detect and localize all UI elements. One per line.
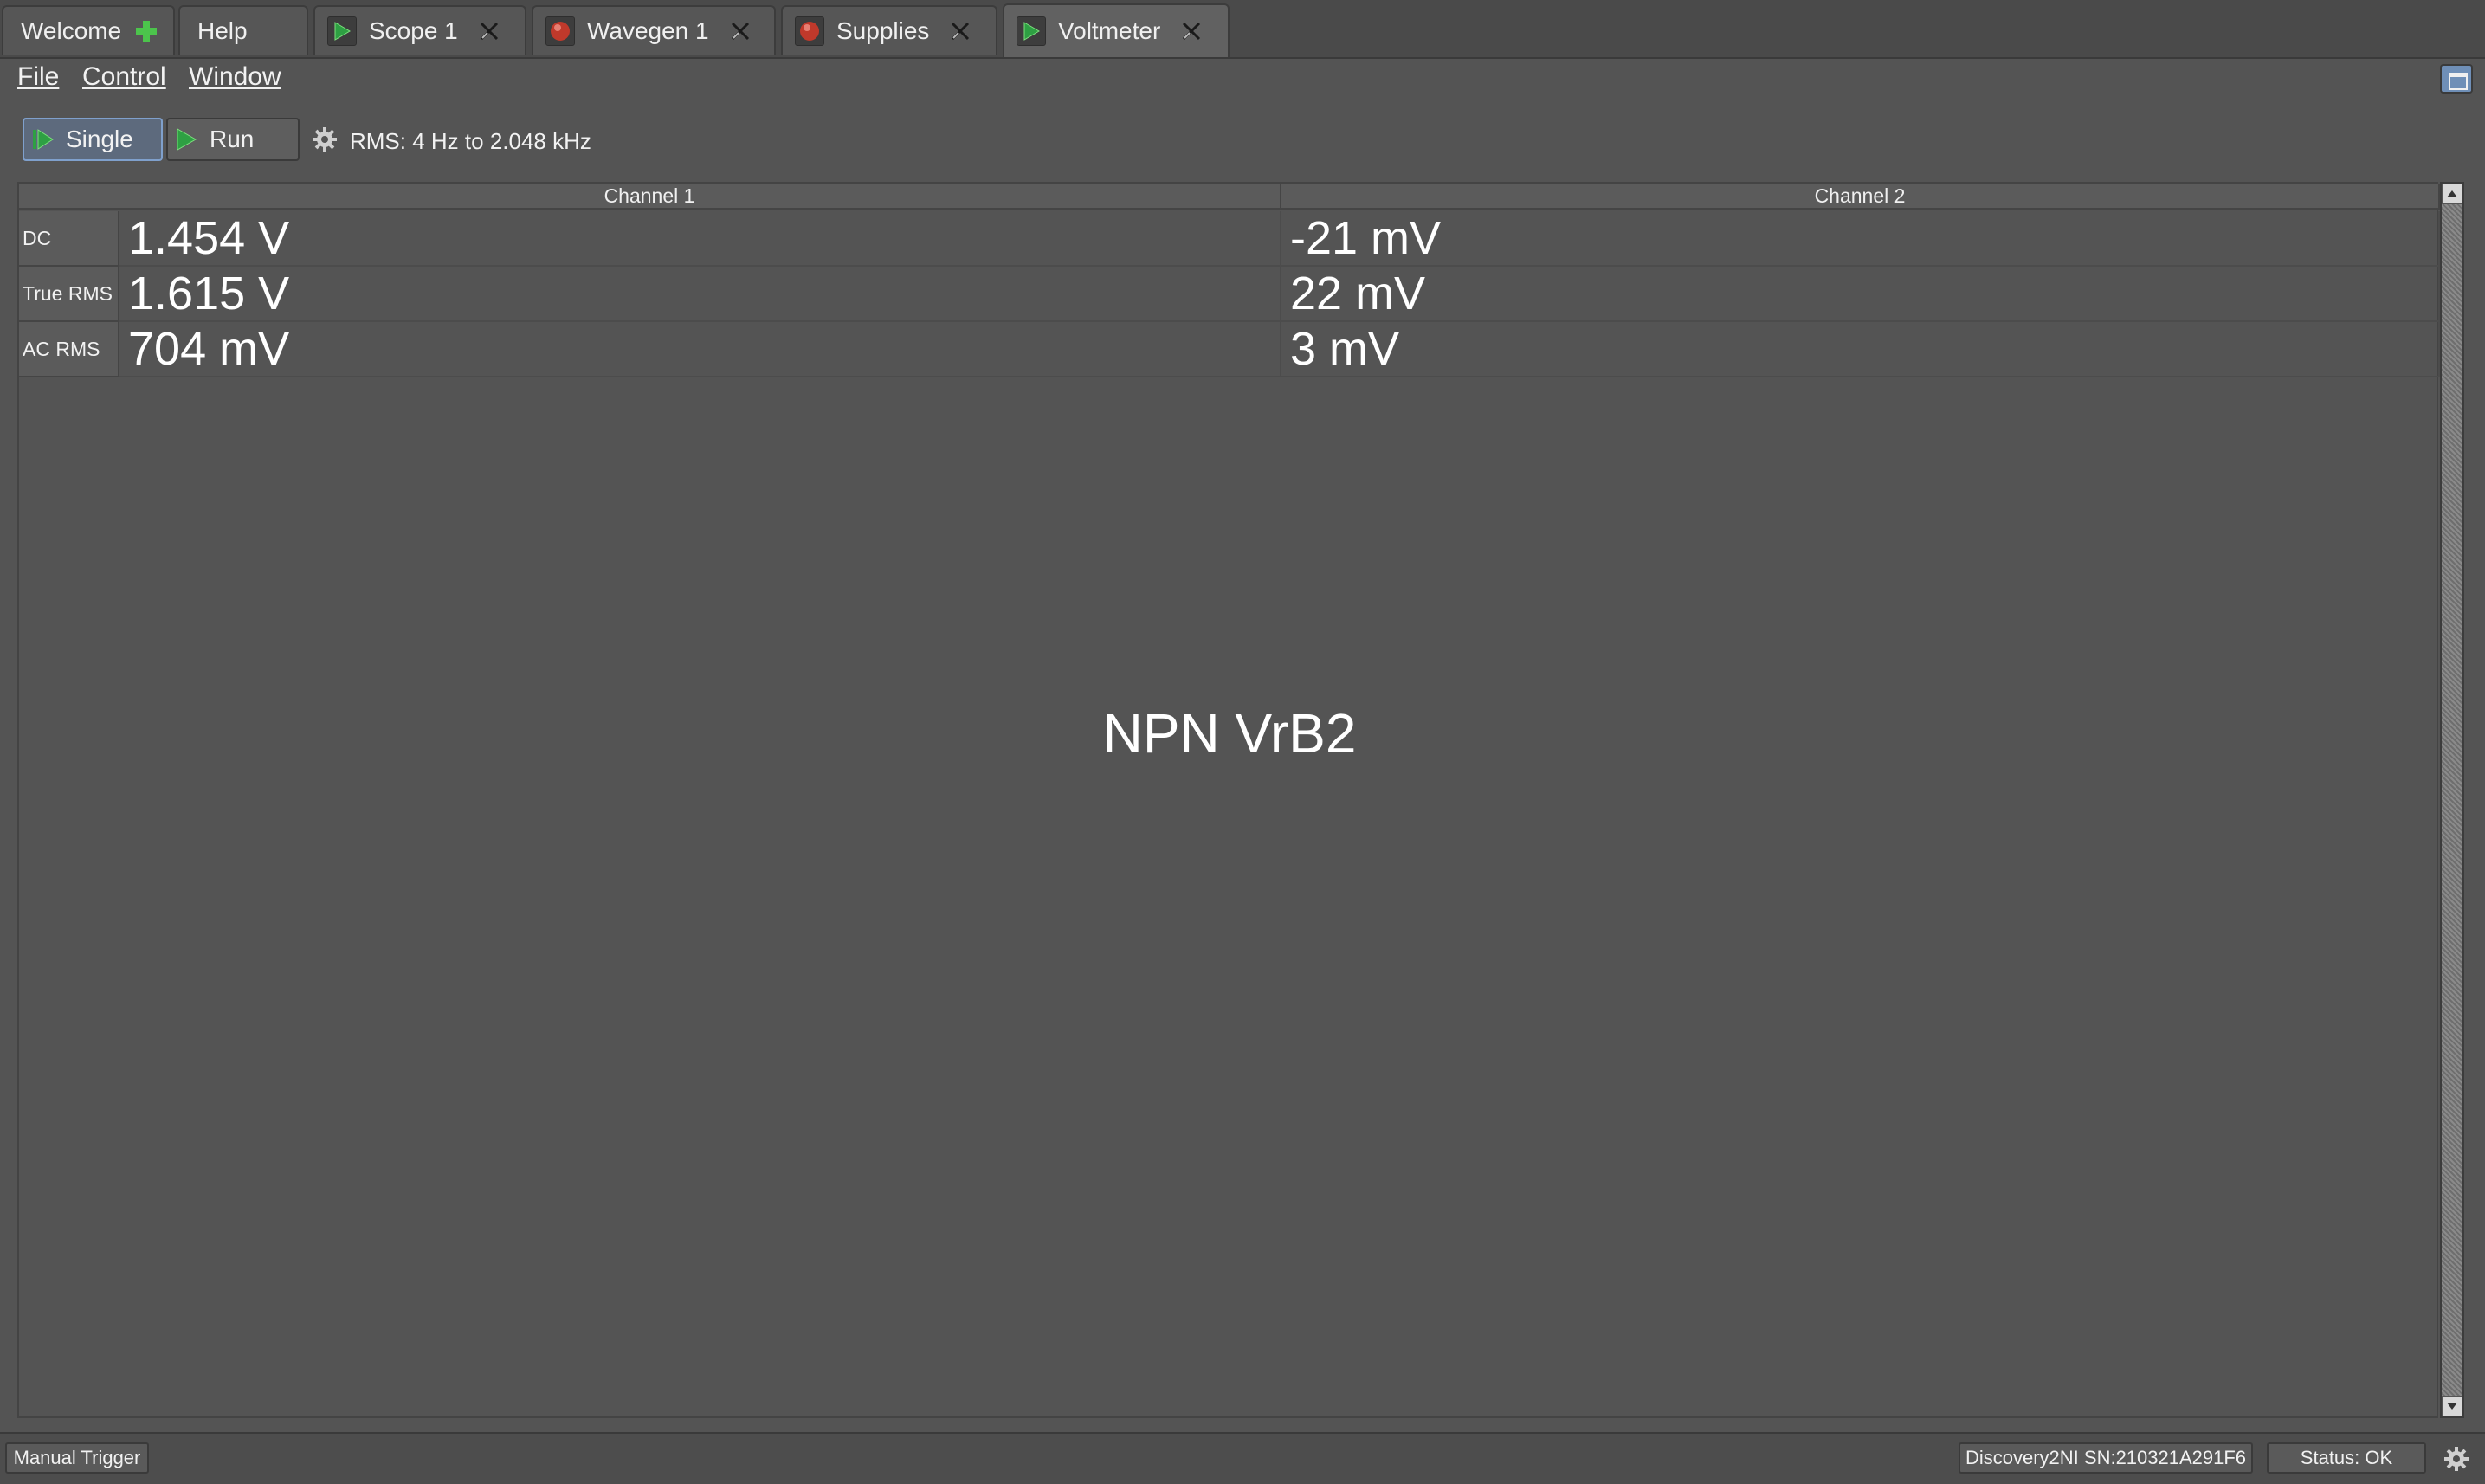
single-step-icon xyxy=(28,125,57,154)
manual-trigger-button[interactable]: Manual Trigger xyxy=(5,1442,149,1474)
tab-label: Scope 1 xyxy=(369,17,458,44)
overlay-label: NPN VrB2 xyxy=(1102,702,1357,765)
close-icon[interactable] xyxy=(948,19,972,43)
menu-file[interactable]: File xyxy=(17,62,59,92)
vertical-scrollbar[interactable] xyxy=(2440,182,2464,1418)
close-icon[interactable] xyxy=(477,19,501,43)
gear-icon[interactable] xyxy=(310,125,339,154)
status-bar: Manual Trigger Discovery2NI SN:210321A29… xyxy=(0,1432,2485,1484)
menu-control-label: Control xyxy=(82,62,166,91)
tab-label: Welcome xyxy=(21,17,122,44)
run-button[interactable]: Run xyxy=(166,118,300,161)
menu-file-label: File xyxy=(17,62,60,91)
scroll-up-arrow-icon[interactable] xyxy=(2442,184,2462,204)
row-header-true-rms: True RMS xyxy=(19,267,119,322)
column-header-channel-1: Channel 1 xyxy=(19,184,1281,210)
tab-supplies[interactable]: Supplies xyxy=(781,5,997,55)
tab-bar: Welcome Help Scope 1 Wavegen 1 Supplies xyxy=(0,0,2485,59)
value-ac-rms-channel-1: 704 mV xyxy=(119,322,1281,377)
play-icon xyxy=(1017,16,1046,46)
value-dc-channel-1: 1.454 V xyxy=(119,211,1281,267)
record-icon xyxy=(795,16,824,46)
tab-label: Help xyxy=(197,17,248,44)
value-true-rms-channel-2: 22 mV xyxy=(1281,267,2440,322)
menu-window-label: Window xyxy=(189,62,281,91)
tab-label: Voltmeter xyxy=(1058,17,1161,44)
tab-welcome[interactable]: Welcome xyxy=(2,5,175,55)
menu-control[interactable]: Control xyxy=(82,62,166,92)
tab-label: Supplies xyxy=(836,17,930,44)
menu-window[interactable]: Window xyxy=(189,62,281,92)
play-icon xyxy=(327,16,357,46)
value-ac-rms-channel-2: 3 mV xyxy=(1281,322,2440,377)
tab-wavegen-1[interactable]: Wavegen 1 xyxy=(532,5,776,55)
single-label: Single xyxy=(66,126,133,152)
close-icon[interactable] xyxy=(1179,19,1204,43)
status-button[interactable]: Status: OK xyxy=(2267,1442,2426,1474)
tab-scope-1[interactable]: Scope 1 xyxy=(313,5,526,55)
record-icon xyxy=(545,16,575,46)
tab-label: Wavegen 1 xyxy=(587,17,709,44)
measurement-table: Channel 1 Channel 2 DC 1.454 V -21 mV Tr… xyxy=(17,182,2440,1418)
run-label: Run xyxy=(210,126,255,152)
row-header-ac-rms: AC RMS xyxy=(19,322,119,377)
window-restore-button[interactable] xyxy=(2440,64,2473,94)
row-header-dc: DC xyxy=(19,211,119,267)
gear-icon[interactable] xyxy=(2442,1444,2471,1474)
menu-bar: File Control Window xyxy=(0,59,2485,99)
device-info-button[interactable]: Discovery2NI SN:210321A291F6 xyxy=(1959,1442,2253,1474)
value-true-rms-channel-1: 1.615 V xyxy=(119,267,1281,322)
rms-range-label[interactable]: RMS: 4 Hz to 2.048 kHz xyxy=(350,128,591,155)
column-header-channel-2: Channel 2 xyxy=(1281,184,2440,210)
scroll-down-arrow-icon[interactable] xyxy=(2442,1396,2462,1416)
play-icon xyxy=(171,125,201,154)
close-icon[interactable] xyxy=(728,19,752,43)
tab-voltmeter[interactable]: Voltmeter xyxy=(1003,3,1230,57)
value-dc-channel-2: -21 mV xyxy=(1281,211,2440,267)
tab-help[interactable]: Help xyxy=(178,5,308,55)
plus-icon[interactable] xyxy=(132,16,161,46)
single-button[interactable]: Single xyxy=(23,118,163,161)
